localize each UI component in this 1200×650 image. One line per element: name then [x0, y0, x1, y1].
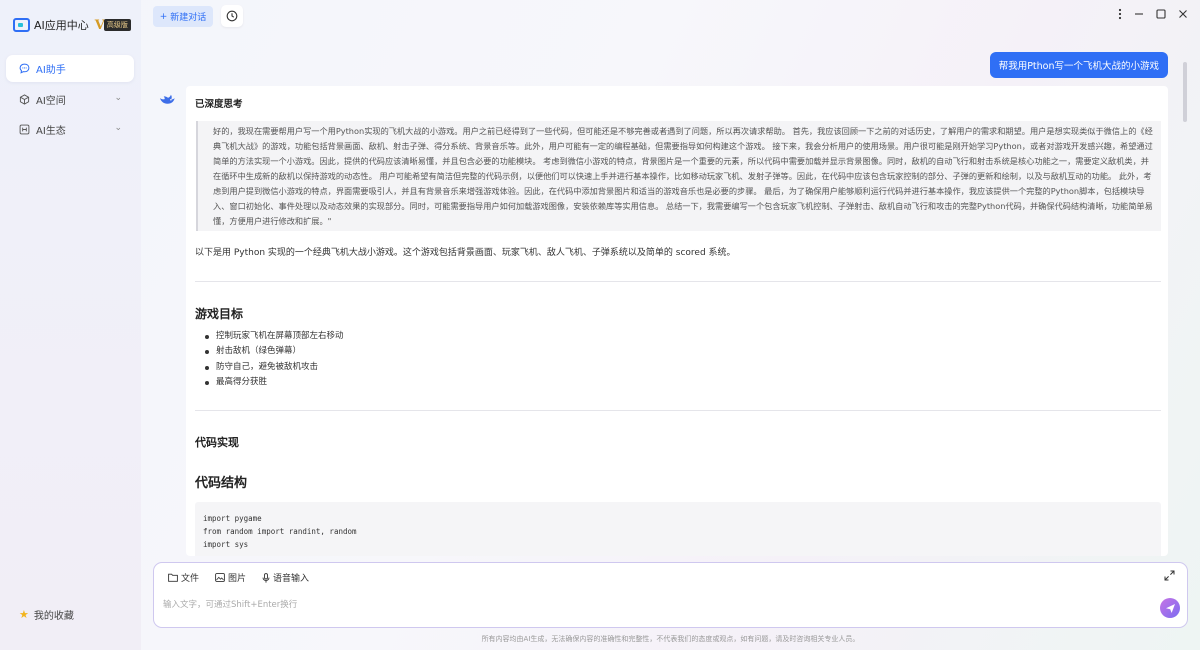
voice-input-button[interactable]: 语音输入 [262, 571, 309, 584]
brand: AI应用中心 V 高级版 [13, 17, 131, 33]
favorites-link[interactable]: ★ 我的收藏 [19, 607, 74, 622]
history-button[interactable] [221, 5, 243, 27]
minimize-icon[interactable] [1133, 7, 1145, 21]
chat-input-box: 文件 图片 语音输入 [153, 562, 1188, 628]
section-heading-code-impl: 代码实现 [195, 436, 239, 449]
sidebar-item-label: AI助手 [36, 65, 66, 76]
sidebar-item-ai-assistant[interactable]: AI助手 [6, 55, 134, 82]
disclaimer-footer: 所有内容均由AI生成，无法确保内容的准确性和完整性，不代表我们的态度或观点，如有… [481, 635, 860, 643]
section-heading-code-structure: 代码结构 [195, 476, 248, 491]
section-heading-game-goal: 游戏目标 [195, 307, 244, 321]
list-item: 控制玩家飞机在屏幕顶部左右移动 [203, 329, 344, 344]
deep-thinking-title: 已深度思考 [195, 99, 243, 110]
scrollbar[interactable] [1183, 62, 1187, 122]
divider [195, 410, 1161, 411]
close-icon[interactable] [1177, 7, 1189, 21]
app-logo-icon [13, 18, 30, 32]
assistant-answer-card: 已深度思考 好的，我现在需要帮用户写一个用Python实现的飞机大战的小游戏。用… [186, 86, 1168, 556]
sidebar-item-label: AI空间 [36, 96, 66, 107]
game-goal-list: 控制玩家飞机在屏幕顶部左右移动 射击敌机（绿色弹幕） 防守自己，避免被敌机攻击 … [203, 329, 344, 390]
list-item: 防守自己，避免被敌机攻击 [203, 360, 344, 375]
expand-icon[interactable] [1164, 570, 1175, 581]
ecosystem-icon [19, 124, 30, 135]
answer-intro: 以下是用 Python 实现的一个经典飞机大战小游戏。这个游戏包括背景画面、玩家… [195, 248, 736, 258]
image-icon [215, 573, 225, 582]
send-button[interactable] [1160, 598, 1180, 618]
sidebar-item-ai-space[interactable]: AI空间 ⌄ [6, 86, 134, 113]
tool-label: 语音输入 [273, 574, 310, 584]
image-upload-button[interactable]: 图片 [215, 571, 246, 584]
tool-label: 图片 [228, 574, 247, 584]
message-input[interactable] [163, 596, 1143, 614]
chat-bubble-icon [19, 63, 30, 74]
send-icon [1165, 603, 1175, 613]
list-item: 最高得分获胜 [203, 375, 344, 390]
divider [195, 281, 1161, 282]
sidebar-item-ai-ecosystem[interactable]: AI生态 ⌄ [6, 116, 134, 143]
code-line: import pygame [203, 514, 262, 523]
cube-icon [19, 94, 30, 105]
sidebar: AI应用中心 V 高级版 AI助手 AI空间 ⌄ AI生态 ⌄ ★ 我的收藏 [0, 0, 141, 650]
chevron-down-icon: ⌄ [114, 123, 122, 133]
star-icon: ★ [19, 608, 29, 621]
new-chat-button[interactable]: + 新建对话 [153, 6, 213, 27]
tool-label: 文件 [181, 574, 200, 584]
vip-tag: 高级版 [103, 19, 131, 31]
more-menu-icon[interactable] [1114, 7, 1126, 21]
chevron-down-icon: ⌄ [114, 93, 122, 103]
file-upload-button[interactable]: 文件 [168, 571, 199, 584]
whale-bot-icon [159, 94, 175, 104]
folder-icon [168, 573, 178, 582]
plus-icon: + [159, 11, 168, 22]
list-item: 射击敌机（绿色弹幕） [203, 344, 344, 359]
user-message-bubble: 帮我用Pthon写一个飞机大战的小游戏 [989, 52, 1168, 78]
vip-badge: V 高级版 [95, 18, 131, 33]
sidebar-item-label: AI生态 [36, 126, 66, 137]
code-block: import pygame from random import randint… [195, 502, 1161, 556]
reasoning-block: 好的，我现在需要帮用户写一个用Python实现的飞机大战的小游戏。用户之前已经得… [196, 121, 1161, 231]
microphone-icon [262, 572, 270, 583]
maximize-icon[interactable] [1155, 7, 1167, 21]
brand-name: AI应用中心 [34, 19, 89, 32]
code-line: from random import randint, random [203, 527, 357, 536]
favorites-label: 我的收藏 [33, 611, 74, 622]
new-chat-label: 新建对话 [170, 13, 207, 23]
clock-icon [226, 10, 238, 22]
code-line: import sys [203, 540, 249, 549]
